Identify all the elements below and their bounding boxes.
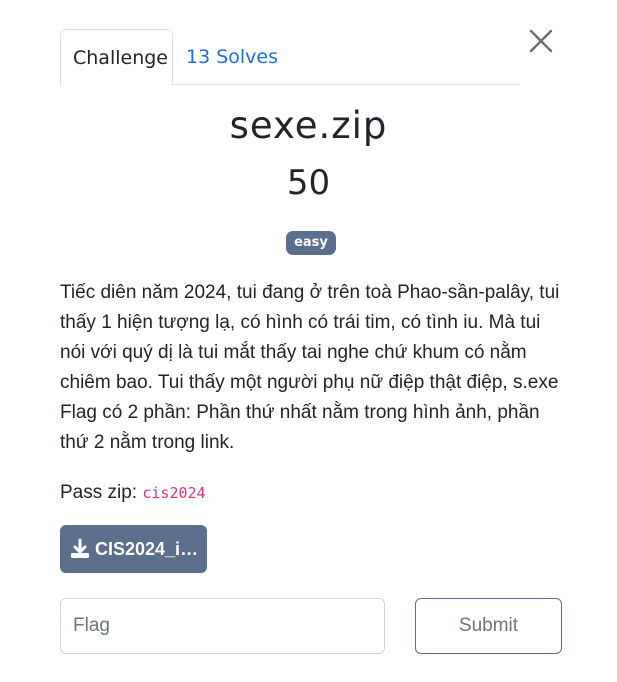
- download-file-button[interactable]: CIS2024_is…: [60, 525, 207, 573]
- download-file-label: CIS2024_is…: [95, 538, 201, 559]
- close-button[interactable]: [524, 24, 558, 58]
- challenge-name: sexe.zip: [229, 104, 388, 147]
- flag-input[interactable]: [60, 598, 385, 654]
- challenge-modal: Challenge 13 Solves sexe.zip 50 easy Tiế…: [0, 0, 617, 682]
- close-icon: [529, 29, 553, 53]
- tab-solves[interactable]: 13 Solves: [174, 29, 290, 85]
- challenge-description: Tiếc diên năm 2024, tui đang ở trên toà …: [60, 282, 560, 453]
- submit-button[interactable]: Submit: [415, 598, 562, 654]
- tab-bar: Challenge 13 Solves: [60, 29, 520, 86]
- tab-challenge[interactable]: Challenge: [60, 29, 173, 86]
- pass-zip-line: Pass zip: cis2024: [60, 478, 206, 508]
- pass-zip-code: cis2024: [142, 484, 206, 502]
- difficulty-badge: easy: [286, 231, 336, 255]
- download-icon: [71, 538, 89, 558]
- pass-zip-label: Pass zip:: [60, 482, 143, 503]
- challenge-value: 50: [286, 163, 331, 203]
